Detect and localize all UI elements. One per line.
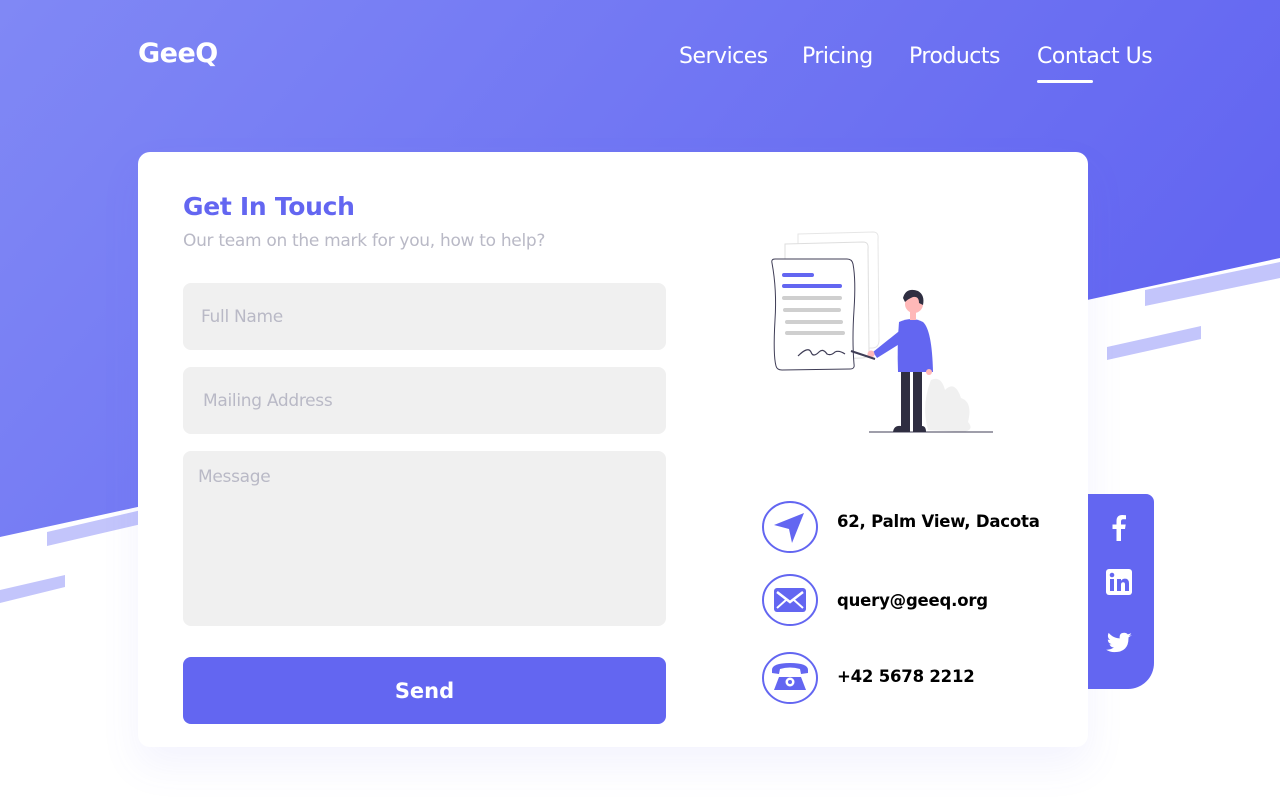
location-arrow-icon [762,501,818,553]
form-subtitle: Our team on the mark for you, how to hel… [183,231,546,251]
nav-contact-us[interactable]: Contact Us [1037,44,1153,69]
address-text: 62, Palm View, Dacota [837,512,1040,531]
facebook-icon[interactable] [1104,512,1134,542]
message-textarea[interactable] [183,451,666,626]
nav-products[interactable]: Products [909,44,1001,69]
send-button[interactable]: Send [183,657,666,724]
email-link[interactable]: query@geeq.org [837,591,988,610]
phone-number[interactable]: +42 5678 2212 [837,667,975,686]
telephone-icon [762,652,818,704]
main-nav: Services Pricing Products Contact Us [0,44,1280,84]
decor-stripe [0,575,65,603]
signing-document-illustration [771,231,993,433]
nav-pricing[interactable]: Pricing [802,44,873,69]
nav-active-indicator [1037,80,1093,83]
linkedin-icon[interactable] [1104,567,1134,597]
nav-services[interactable]: Services [679,44,768,69]
decor-stripe [1107,326,1201,360]
full-name-input[interactable] [183,283,666,350]
envelope-icon [762,574,818,626]
contact-card: Get In Touch Our team on the mark for yo… [138,152,1088,747]
form-title: Get In Touch [183,192,355,221]
twitter-icon[interactable] [1104,628,1134,658]
mailing-address-input[interactable] [183,367,666,434]
social-links [1088,494,1154,689]
